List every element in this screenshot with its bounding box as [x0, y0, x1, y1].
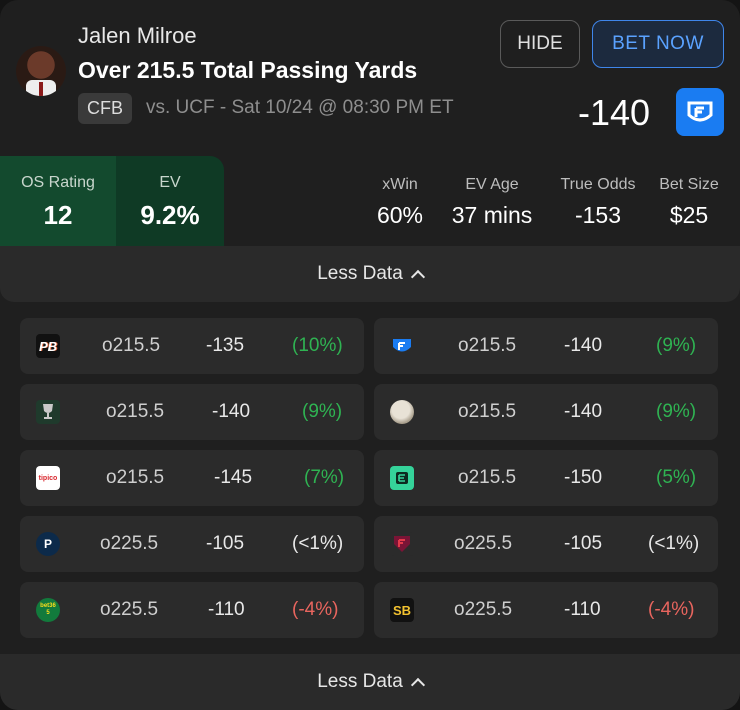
book-row-tipico[interactable]: tipico o215.5 -145 (7%)	[20, 450, 364, 506]
book-line: o215.5	[458, 467, 517, 488]
book-line: o215.5	[458, 335, 517, 356]
fanduel-icon	[390, 334, 414, 358]
book-ev-pct: (7%)	[304, 467, 345, 488]
book-row-trophy[interactable]: o215.5 -140 (9%)	[20, 384, 364, 440]
book-ev-pct: (<1%)	[648, 533, 700, 554]
book-line: o225.5	[100, 599, 159, 620]
metric-value: $25	[669, 202, 709, 228]
pointsbet-icon: PB	[36, 334, 60, 358]
book-ev-pct: (9%)	[656, 335, 697, 356]
player-name: Jalen Milroe	[78, 23, 197, 48]
book-line: o215.5	[458, 401, 517, 422]
book-ev-pct: (9%)	[302, 401, 343, 422]
matchup-info: vs. UCF - Sat 10/24 @ 08:30 PM ET	[146, 97, 454, 118]
bet-card: Jalen Milroe Over 215.5 Total Passing Ya…	[0, 0, 740, 710]
book-odds: -150	[564, 467, 603, 488]
book-line: o225.5	[100, 533, 159, 554]
metric-ev-age: EV Age 37 mins	[444, 176, 540, 229]
metric-xwin: xWin 60%	[370, 176, 430, 229]
book-odds: -105	[206, 533, 245, 554]
trophy-icon	[36, 400, 60, 424]
less-data-label: Less Data	[317, 671, 403, 692]
hide-button[interactable]: HIDE	[500, 20, 580, 68]
bet-now-button[interactable]: BET NOW	[592, 20, 724, 68]
metric-label: True Odds	[560, 176, 636, 193]
book-odds: -140	[212, 401, 251, 422]
metric-bet-size: Bet Size $25	[654, 176, 724, 229]
os-rating: OS Rating 12	[0, 156, 116, 246]
metric-label: xWin	[382, 176, 418, 193]
book-row-fanatics[interactable]: o225.5 -105 (<1%)	[374, 516, 718, 572]
book-odds: -105	[564, 533, 603, 554]
less-data-toggle[interactable]: Less Data	[0, 246, 740, 302]
book-row-espnbet[interactable]: o215.5 -150 (5%)	[374, 450, 718, 506]
os-rating-label: OS Rating	[21, 174, 95, 191]
book-ev-pct: (10%)	[292, 335, 343, 356]
book-line: o215.5	[106, 401, 165, 422]
superbook-icon: SB	[390, 598, 414, 622]
fanatics-icon	[390, 532, 414, 556]
metric-value: 37 mins	[451, 202, 533, 228]
book-ev-pct: (9%)	[656, 401, 697, 422]
league-badge: CFB	[78, 93, 132, 124]
book-odds: -110	[564, 599, 601, 620]
book-odds: -145	[214, 467, 253, 488]
metric-label: Bet Size	[659, 176, 719, 193]
betmgm-lion-icon	[390, 400, 414, 424]
espnbet-icon	[390, 466, 414, 490]
fanduel-logo-icon[interactable]	[676, 88, 724, 136]
market-title: Over 215.5 Total Passing Yards	[78, 57, 418, 83]
metric-label: EV Age	[465, 176, 519, 193]
book-line: o215.5	[106, 467, 165, 488]
book-odds: -110	[208, 599, 245, 620]
book-row-bet365[interactable]: bet365 o225.5 -110 (-4%)	[20, 582, 364, 638]
book-row-pointsbet[interactable]: PB o215.5 -135 (10%)	[20, 318, 364, 374]
book-ev-pct: (-4%)	[648, 599, 695, 620]
metric-true-odds: True Odds -153	[554, 176, 642, 229]
main-odds: -140	[578, 92, 651, 133]
bet365-icon: bet365	[36, 598, 60, 622]
book-line: o215.5	[102, 335, 161, 356]
player-avatar	[16, 46, 66, 96]
os-rating-value: 12	[43, 200, 73, 230]
book-row-superbook[interactable]: SB o225.5 -110 (-4%)	[374, 582, 718, 638]
book-ev-pct: (5%)	[656, 467, 697, 488]
pinnacle-icon: P	[36, 532, 60, 556]
metric-value: 60%	[376, 202, 424, 228]
book-odds: -135	[206, 335, 245, 356]
tipico-icon: tipico	[36, 466, 60, 490]
ev-label: EV	[159, 174, 181, 191]
book-ev-pct: (<1%)	[292, 533, 344, 554]
chevron-up-icon	[410, 677, 425, 692]
book-odds: -140	[564, 401, 603, 422]
book-odds: -140	[564, 335, 603, 356]
ev-value: 9.2%	[140, 200, 200, 230]
less-data-label: Less Data	[317, 263, 403, 284]
book-ev-pct: (-4%)	[292, 599, 339, 620]
book-line: o225.5	[454, 599, 513, 620]
ev-rating: EV 9.2%	[116, 156, 224, 246]
less-data-toggle-bottom[interactable]: Less Data	[0, 654, 740, 710]
book-row-fanduel[interactable]: o215.5 -140 (9%)	[374, 318, 718, 374]
book-row-pinnacle[interactable]: P o225.5 -105 (<1%)	[20, 516, 364, 572]
chevron-up-icon	[410, 269, 425, 284]
book-line: o225.5	[454, 533, 513, 554]
book-row-betmgm[interactable]: o215.5 -140 (9%)	[374, 384, 718, 440]
metric-value: -153	[574, 202, 622, 228]
